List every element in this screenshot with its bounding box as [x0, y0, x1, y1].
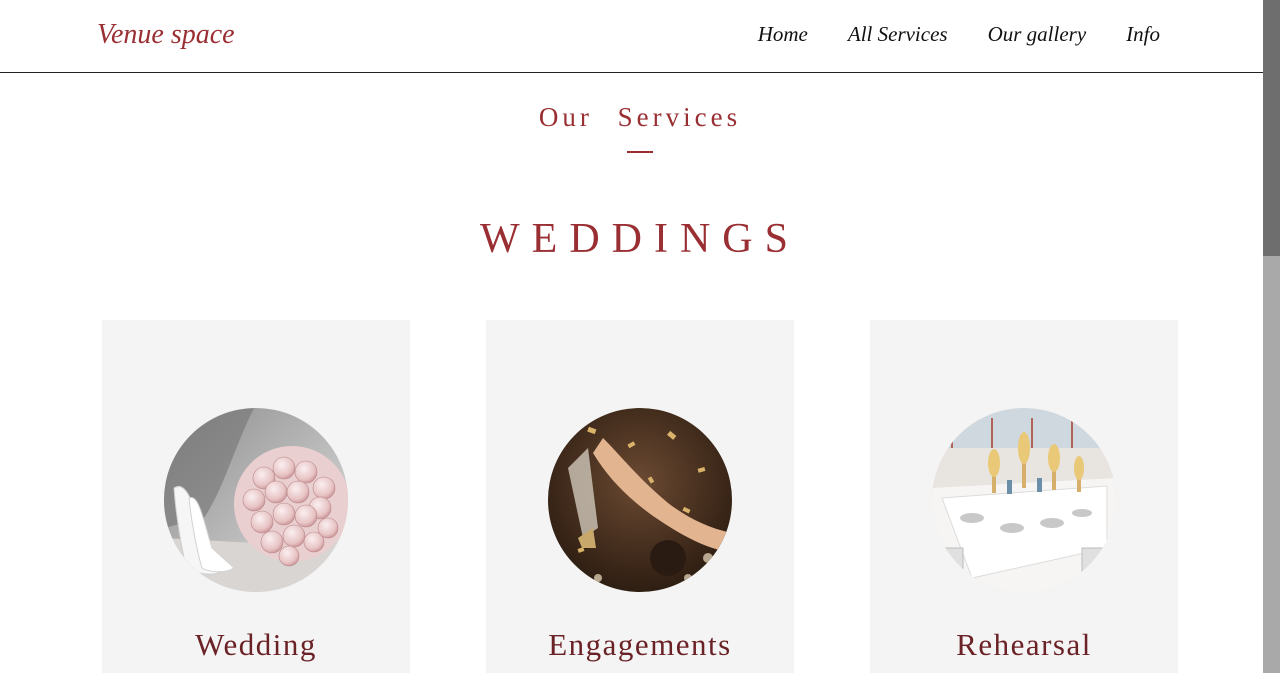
- card-title-wedding: Wedding: [195, 627, 317, 662]
- card-image-rehearsal: [932, 408, 1116, 592]
- section-title-underline: [627, 151, 653, 153]
- champagne-toast-photo: [548, 408, 732, 592]
- service-card-engagements[interactable]: Engagements: [486, 320, 794, 673]
- section-title: Our Services: [538, 102, 742, 132]
- banquet-table-photo: [932, 408, 1116, 592]
- nav-our-gallery[interactable]: Our gallery: [988, 22, 1087, 47]
- page: Venue space Home All Services Our galler…: [0, 0, 1263, 673]
- category-title: WEDDINGS: [480, 216, 800, 262]
- card-image-wedding: [164, 408, 348, 592]
- bouquet-photo: [164, 408, 348, 592]
- nav-home[interactable]: Home: [758, 22, 808, 47]
- service-card-wedding[interactable]: Wedding: [102, 320, 410, 673]
- site-header: Venue space Home All Services Our galler…: [0, 0, 1263, 73]
- nav-all-services[interactable]: All Services: [848, 22, 948, 47]
- card-title-rehearsal: Rehearsal: [956, 627, 1092, 662]
- card-image-engagements: [548, 408, 732, 592]
- service-card-rehearsal[interactable]: Rehearsal: [870, 320, 1178, 673]
- site-logo[interactable]: Venue space: [97, 19, 235, 51]
- scrollbar-thumb[interactable]: [1263, 0, 1280, 256]
- main-nav: Home All Services Our gallery Info: [758, 22, 1160, 47]
- card-title-engagements: Engagements: [548, 627, 732, 662]
- nav-info[interactable]: Info: [1126, 22, 1160, 47]
- vertical-scrollbar[interactable]: [1263, 0, 1280, 673]
